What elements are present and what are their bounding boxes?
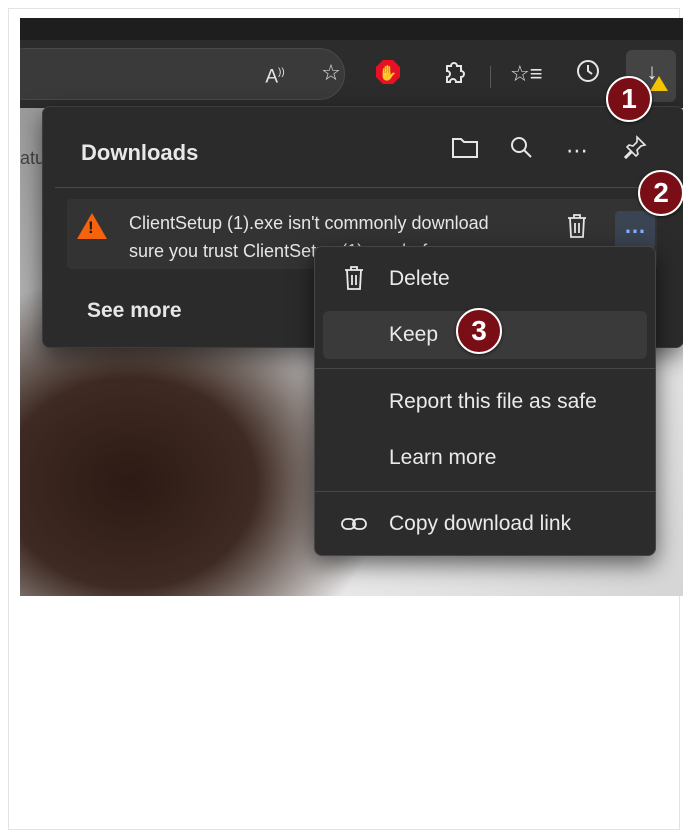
- download-more-options-button[interactable]: …: [615, 211, 655, 249]
- menu-item-label: Copy download link: [389, 512, 572, 535]
- menu-item-report-safe[interactable]: Report this file as safe: [315, 378, 655, 426]
- menu-item-label: Learn more: [389, 446, 497, 469]
- trash-icon: [339, 265, 369, 295]
- address-bar[interactable]: A)) ☆: [20, 48, 345, 100]
- history-icon[interactable]: [572, 58, 604, 90]
- see-more-link[interactable]: See more: [87, 299, 182, 323]
- ad-block-hand-icon[interactable]: ✋: [372, 58, 404, 90]
- menu-item-learn-more[interactable]: Learn more: [315, 434, 655, 482]
- menu-item-label: Keep: [389, 323, 439, 346]
- browser-screenshot: atu A)) ☆ ✋ ☆≡ ↓ Downloads ⋯ ! ClientSet…: [20, 18, 683, 596]
- search-icon[interactable]: [505, 135, 537, 167]
- title-bar: [20, 18, 683, 40]
- download-item-text-line1: ClientSetup (1).exe isn't commonly downl…: [129, 213, 489, 233]
- favorite-star-icon[interactable]: ☆: [315, 57, 347, 89]
- svg-text:✋: ✋: [379, 64, 398, 82]
- link-icon: [339, 510, 369, 540]
- trash-icon[interactable]: [561, 213, 593, 245]
- callout-3: 3: [456, 308, 502, 354]
- flyout-divider: [55, 187, 671, 188]
- read-aloud-icon[interactable]: A)): [259, 57, 291, 89]
- toolbar-separator: [490, 66, 491, 88]
- callout-1: 1: [606, 76, 652, 122]
- callout-2: 2: [638, 170, 683, 216]
- favorites-list-icon[interactable]: ☆≡: [510, 58, 543, 90]
- extensions-icon[interactable]: [438, 58, 470, 90]
- menu-item-label: Delete: [389, 267, 450, 290]
- folder-icon[interactable]: [449, 135, 481, 167]
- browser-toolbar: A)) ☆ ✋ ☆≡ ↓: [20, 40, 683, 108]
- warning-icon: !: [77, 213, 107, 239]
- download-warning-icon: [650, 76, 668, 91]
- downloads-title: Downloads: [81, 140, 199, 165]
- more-icon[interactable]: ⋯: [561, 135, 593, 167]
- menu-separator: [315, 368, 655, 369]
- menu-item-delete[interactable]: Delete: [315, 255, 655, 303]
- menu-separator: [315, 491, 655, 492]
- menu-item-copy-link[interactable]: Copy download link: [315, 500, 655, 548]
- pin-icon[interactable]: [619, 135, 651, 167]
- menu-item-label: Report this file as safe: [389, 390, 597, 413]
- download-context-menu: Delete Keep Report this file as safe Lea…: [314, 246, 656, 556]
